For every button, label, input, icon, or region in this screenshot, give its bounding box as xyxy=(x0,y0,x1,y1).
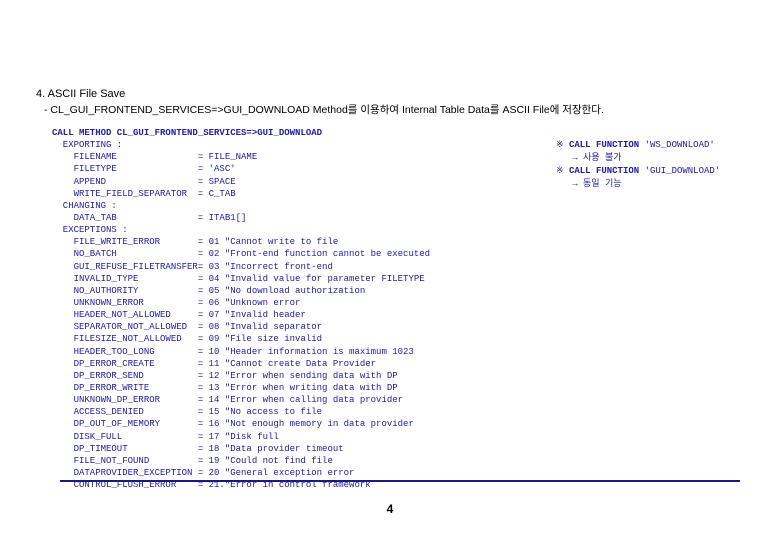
section-subheading: - CL_GUI_FRONTEND_SERVICES=>GUI_DOWNLOAD… xyxy=(44,102,770,117)
footer-divider xyxy=(60,480,740,482)
page-number: 4 xyxy=(0,502,780,516)
side-note: ※ CALL FUNCTION 'WS_DOWNLOAD' → 사용 불가 ※ … xyxy=(556,139,720,191)
section-heading: 4. ASCII File Save xyxy=(36,88,770,100)
